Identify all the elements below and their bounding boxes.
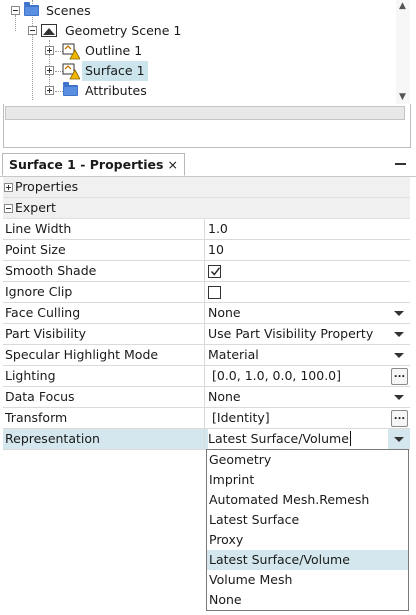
column-divider <box>204 387 205 408</box>
prop-row-specular-highlight-mode[interactable]: Specular Highlight Mode Material <box>3 345 410 366</box>
collapse-icon[interactable] <box>28 26 37 35</box>
dropdown-option-selected[interactable]: Latest Surface/Volume <box>207 550 408 570</box>
expand-icon[interactable] <box>4 183 13 192</box>
tab-surface-properties[interactable]: Surface 1 - Properties × <box>2 153 185 176</box>
dropdown-option[interactable]: Latest Surface <box>207 510 408 530</box>
prop-name: Ignore Clip <box>5 284 73 299</box>
tree-item-label: Geometry Scene 1 <box>65 23 182 38</box>
column-divider <box>204 303 205 324</box>
prop-row-ignore-clip[interactable]: Ignore Clip <box>3 282 410 303</box>
prop-name: Data Focus <box>5 389 75 404</box>
prop-row-lighting[interactable]: Lighting [0.0, 1.0, 0.0, 100.0] ... <box>3 366 410 387</box>
tree-item-scenes[interactable]: Scenes <box>3 1 383 21</box>
prop-name: Smooth Shade <box>5 263 97 278</box>
properties-header: Surface 1 - Properties × <box>0 152 416 177</box>
chevron-down-icon[interactable] <box>394 332 404 337</box>
collapse-icon[interactable] <box>11 6 20 15</box>
prop-row-line-width[interactable]: Line Width 1.0 <box>3 219 410 240</box>
ignore-clip-checkbox[interactable] <box>208 286 221 299</box>
expand-icon[interactable] <box>45 66 54 75</box>
transform-edit-button[interactable]: ... <box>391 410 408 427</box>
chevron-down-icon[interactable] <box>394 311 404 316</box>
part-visibility-select[interactable]: Use Part Visibility Property <box>208 324 388 344</box>
scene-tree-panel: Scenes Geometry Scene 1 Outline 1 Surfac… <box>0 0 416 152</box>
prop-row-representation[interactable]: Representation Latest Surface/Volume <box>3 429 410 450</box>
prop-name: Specular Highlight Mode <box>5 347 159 362</box>
tree-horizontal-scrollbar[interactable] <box>5 106 405 120</box>
dropdown-option[interactable]: Volume Mesh <box>207 570 408 590</box>
tree-item-surface[interactable]: Surface 1 <box>3 61 383 81</box>
face-culling-select[interactable]: None <box>208 303 388 323</box>
column-divider <box>204 408 205 429</box>
smooth-shade-checkbox[interactable] <box>208 265 221 278</box>
prop-row-data-focus[interactable]: Data Focus None <box>3 387 410 408</box>
column-divider <box>204 345 205 366</box>
prop-name: Representation <box>5 431 100 446</box>
tree-item-label: Surface 1 <box>82 61 148 81</box>
prop-row-point-size[interactable]: Point Size 10 <box>3 240 410 261</box>
tab-title: Surface 1 - Properties <box>9 157 164 172</box>
line-width-field[interactable]: 1.0 <box>208 219 388 239</box>
prop-name: Point Size <box>5 242 66 257</box>
expand-icon[interactable] <box>45 86 54 95</box>
transform-field[interactable]: [Identity] <box>212 408 392 428</box>
chevron-down-icon[interactable] <box>394 395 404 400</box>
tree-item-attributes[interactable]: Attributes <box>3 81 383 101</box>
dropdown-option[interactable]: Proxy <box>207 530 408 550</box>
prop-name: Line Width <box>5 221 72 236</box>
lighting-edit-button[interactable]: ... <box>391 368 408 385</box>
tree-item-label: Attributes <box>85 83 147 98</box>
section-expert[interactable]: Expert <box>3 198 410 219</box>
close-icon[interactable]: × <box>167 157 177 172</box>
checkmark-icon <box>210 267 221 276</box>
representation-dropdown-list: Geometry Imprint Automated Mesh.Remesh L… <box>206 449 409 611</box>
chevron-down-icon[interactable] <box>394 437 404 442</box>
representation-select[interactable]: Latest Surface/Volume <box>208 429 388 449</box>
scroll-down-icon[interactable]: ▼ <box>399 92 406 102</box>
scene-part-icon <box>62 43 80 60</box>
section-label: Properties <box>15 179 79 194</box>
lighting-field[interactable]: [0.0, 1.0, 0.0, 100.0] <box>212 366 392 386</box>
minimize-icon[interactable] <box>395 163 406 165</box>
prop-name: Part Visibility <box>5 326 87 341</box>
data-focus-select[interactable]: None <box>208 387 388 407</box>
column-divider <box>204 219 205 240</box>
prop-name: Face Culling <box>5 305 81 320</box>
representation-value: Latest Surface/Volume <box>208 431 351 446</box>
expand-icon[interactable] <box>45 46 54 55</box>
prop-name: Lighting <box>5 368 56 383</box>
tree-item-label: Scenes <box>46 3 91 18</box>
prop-row-face-culling[interactable]: Face Culling None <box>3 303 410 324</box>
collapse-icon[interactable] <box>4 204 13 213</box>
column-divider <box>204 240 205 261</box>
folder-icon <box>24 2 39 16</box>
dropdown-option[interactable]: Automated Mesh.Remesh <box>207 490 408 510</box>
tree-vertical-scrollbar[interactable]: ▲ ▼ <box>396 0 410 104</box>
section-label: Expert <box>15 200 56 215</box>
dropdown-option[interactable]: Geometry <box>207 450 408 470</box>
tree-item-geometry-scene[interactable]: Geometry Scene 1 <box>3 21 383 41</box>
scene-icon <box>41 24 57 37</box>
dropdown-option[interactable]: Imprint <box>207 470 408 490</box>
tree-item-outline[interactable]: Outline 1 <box>3 41 383 61</box>
prop-row-transform[interactable]: Transform [Identity] ... <box>3 408 410 429</box>
column-divider <box>204 366 205 387</box>
prop-row-smooth-shade[interactable]: Smooth Shade <box>3 261 410 282</box>
scene-tree: Scenes Geometry Scene 1 Outline 1 Surfac… <box>3 0 396 104</box>
point-size-field[interactable]: 10 <box>208 240 388 260</box>
column-divider <box>204 324 205 345</box>
column-divider <box>204 429 205 450</box>
prop-row-part-visibility[interactable]: Part Visibility Use Part Visibility Prop… <box>3 324 410 345</box>
scroll-up-icon[interactable]: ▲ <box>399 1 406 11</box>
dropdown-option[interactable]: None <box>207 590 408 610</box>
prop-name: Transform <box>5 410 68 425</box>
column-divider <box>204 261 205 282</box>
chevron-down-icon[interactable] <box>394 353 404 358</box>
tree-item-label: Outline 1 <box>85 43 143 58</box>
column-divider <box>204 282 205 303</box>
specular-highlight-mode-select[interactable]: Material <box>208 345 388 365</box>
section-properties[interactable]: Properties <box>3 177 410 198</box>
folder-icon <box>63 82 78 96</box>
scene-part-icon <box>62 63 80 80</box>
